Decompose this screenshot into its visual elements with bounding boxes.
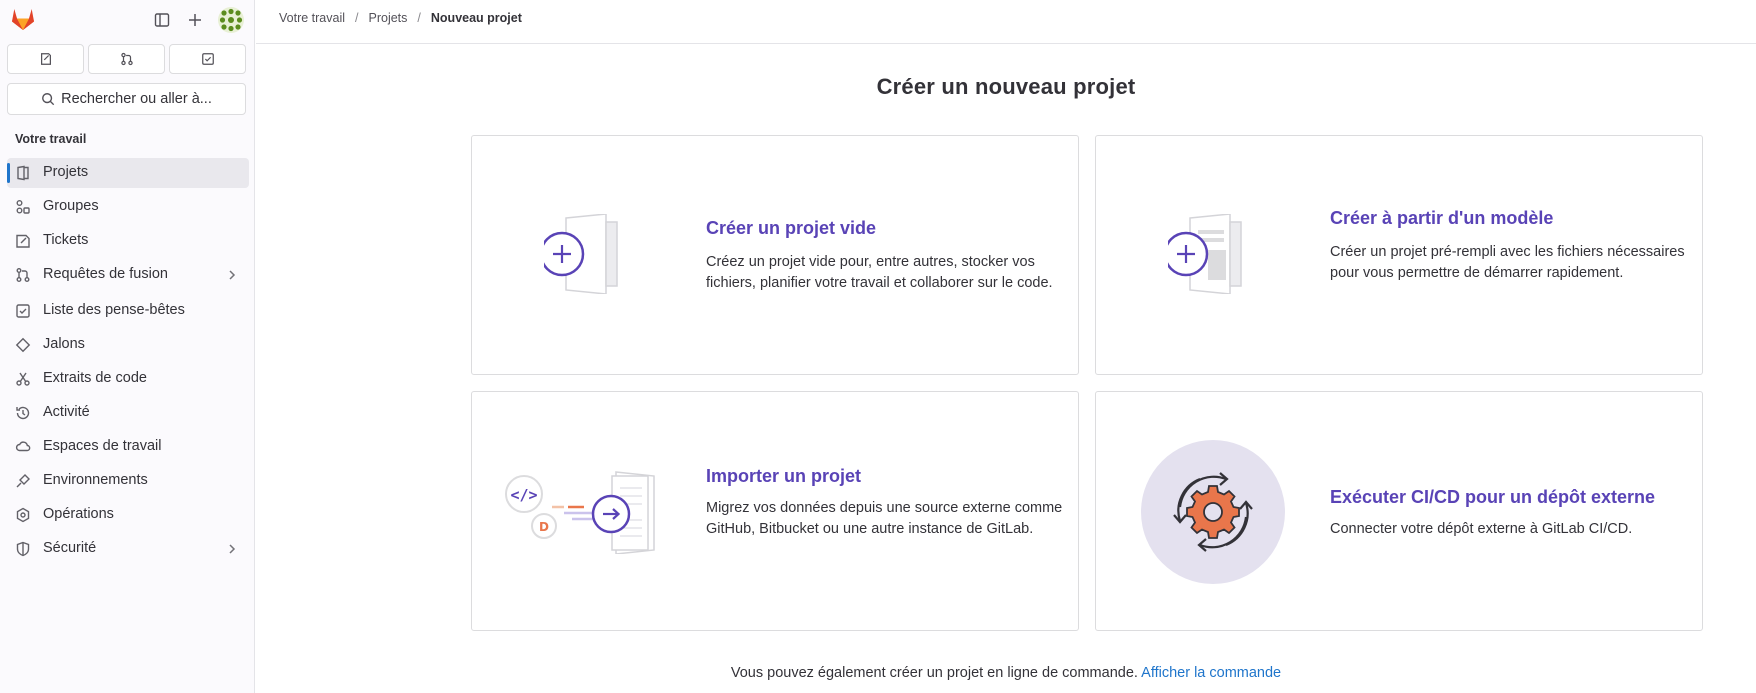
operations-icon [16, 507, 30, 523]
section-title: Votre travail [15, 132, 87, 146]
snippet-icon [16, 372, 30, 386]
sidebar-item-label: Liste des pense-bêtes [43, 302, 185, 318]
sidebar-item-label: Environnements [43, 472, 148, 488]
breadcrumb-votre-travail[interactable]: Votre travail [279, 11, 345, 25]
chevron-right-icon [229, 270, 236, 280]
sidebar: Rechercher ou aller à... Votre travail P… [0, 0, 255, 693]
breadcrumb: Votre travail / Projets / Nouveau projet [279, 11, 522, 25]
sidebar-item-activite[interactable]: Activité [7, 398, 249, 428]
sidebar-item-liste-des-pense-betes[interactable]: Liste des pense-bêtes [7, 296, 249, 326]
show-command-link[interactable]: Afficher la commande [1141, 665, 1281, 681]
merge-request-icon [16, 268, 30, 282]
svg-text:D: D [539, 520, 549, 534]
merge-requests-button[interactable] [88, 44, 165, 74]
ci-cd-gear-illustration [1141, 440, 1285, 584]
group-icon [16, 200, 30, 214]
card-title: Créer à partir d'un modèle [1330, 208, 1554, 228]
history-icon [16, 406, 30, 420]
merge-request-icon [120, 52, 133, 66]
milestone-icon [15, 337, 31, 353]
create-from-template-card[interactable]: Créer à partir d'un modèle Créer un proj… [1095, 135, 1703, 375]
template-project-illustration [1168, 214, 1242, 294]
page-title: Créer un nouveau projet [876, 74, 1136, 99]
sidebar-item-label: Activité [43, 404, 90, 420]
blank-project-illustration [544, 214, 618, 294]
command-line-hint: Vous pouvez également créer un projet en… [256, 665, 1756, 681]
sidebar-item-projets[interactable]: Projets [7, 158, 249, 188]
card-description: Connecter votre dépôt externe à GitLab C… [1330, 521, 1633, 537]
shield-icon [16, 541, 30, 557]
project-icon [17, 165, 29, 181]
sidebar-item-espaces-de-travail[interactable]: Espaces de travail [7, 432, 249, 462]
sidebar-item-operations[interactable]: Opérations [7, 500, 249, 530]
sidebar-item-groupes[interactable]: Groupes [7, 192, 249, 222]
sidebar-item-tickets[interactable]: Tickets [7, 226, 249, 256]
assigned-issues-button[interactable] [7, 44, 84, 74]
sidebar-item-requetes-de-fusion[interactable]: Requêtes de fusion [7, 260, 249, 290]
todo-list-button[interactable] [169, 44, 246, 74]
top-bar: Votre travail / Projets / Nouveau projet [256, 0, 1756, 44]
user-avatar[interactable] [218, 7, 244, 33]
import-project-card[interactable]: </> D Importer un projet Migrez vos donn… [471, 391, 1079, 631]
sidebar-item-label: Groupes [43, 198, 99, 214]
breadcrumb-projets[interactable]: Projets [369, 11, 408, 25]
breadcrumb-separator: / [417, 11, 421, 25]
search-placeholder: Rechercher ou aller à... [61, 91, 212, 107]
todo-icon [201, 53, 214, 65]
sidebar-item-label: Sécurité [43, 540, 97, 556]
card-title: Créer un projet vide [706, 218, 877, 238]
card-title: Importer un projet [706, 466, 862, 486]
search-icon [42, 93, 55, 106]
footer-text: Vous pouvez également créer un projet en… [730, 665, 1138, 681]
svg-text:</>: </> [510, 486, 537, 504]
sidebar-item-jalons[interactable]: Jalons [7, 330, 249, 360]
sidebar-item-environnements[interactable]: Environnements [7, 466, 249, 496]
search-input[interactable]: Rechercher ou aller à... [7, 83, 246, 115]
card-description: Créez un projet vide pour, entre autres,… [706, 254, 1053, 291]
card-description: Migrez vos données depuis une source ext… [706, 500, 1063, 537]
environment-icon [16, 474, 30, 488]
import-project-illustration: </> D [505, 471, 655, 554]
breadcrumb-separator: / [355, 11, 359, 25]
create-new-icon[interactable] [183, 8, 207, 32]
sidebar-item-label: Espaces de travail [43, 438, 162, 454]
chevron-right-icon [229, 544, 236, 554]
create-blank-project-card[interactable]: Créer un projet vide Créez un projet vid… [471, 135, 1079, 375]
sidebar-item-label: Projets [43, 164, 89, 180]
sidebar-item-extraits-de-code[interactable]: Extraits de code [7, 364, 249, 394]
gitlab-logo-icon[interactable] [10, 6, 36, 32]
sidebar-item-label: Tickets [43, 232, 89, 248]
card-description: Créer un projet pré-rempli avec les fich… [1330, 244, 1685, 281]
issues-icon [40, 53, 51, 65]
issues-icon [16, 234, 30, 248]
toggle-sidebar-icon[interactable] [150, 8, 174, 32]
ci-cd-external-repo-card[interactable]: Exécuter CI/CD pour un dépôt externe Con… [1095, 391, 1703, 631]
sidebar-item-securite[interactable]: Sécurité [7, 534, 249, 564]
workspace-icon [15, 441, 31, 452]
breadcrumb-nouveau-projet[interactable]: Nouveau projet [431, 11, 522, 25]
card-title: Exécuter CI/CD pour un dépôt externe [1330, 487, 1656, 507]
sidebar-item-label: Extraits de code [43, 370, 147, 386]
sidebar-item-label: Opérations [43, 506, 114, 522]
sidebar-item-label: Requêtes de fusion [43, 266, 168, 282]
sidebar-header [0, 0, 255, 40]
sidebar-item-label: Jalons [43, 336, 85, 352]
todo-icon [16, 304, 30, 318]
